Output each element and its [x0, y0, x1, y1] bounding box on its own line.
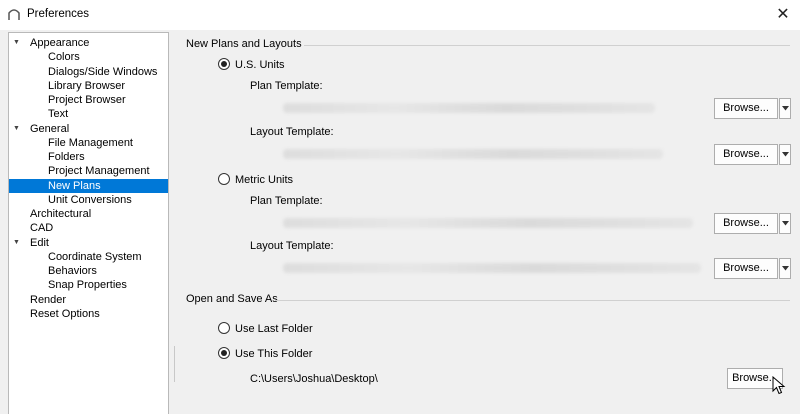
us-plan-template-path: [283, 103, 655, 113]
tree-item-label: Render: [30, 293, 67, 306]
tree-item-label: Reset Options: [30, 307, 100, 320]
us-units-radio[interactable]: [218, 58, 230, 70]
window-title: Preferences: [27, 8, 90, 20]
metric-units-radio[interactable]: [218, 173, 230, 185]
tree-item-label: Folders: [48, 151, 85, 163]
metric-layout-dropdown-button[interactable]: [779, 258, 791, 279]
tree-item[interactable]: ▼ Edit: [9, 236, 168, 250]
tree-item[interactable]: Snap Properties: [9, 278, 168, 292]
tree-item[interactable]: Library Browser: [9, 79, 168, 93]
close-icon: ✕: [776, 6, 790, 23]
section-divider: [304, 45, 790, 46]
tree-item-label: General: [30, 122, 70, 135]
tree-item[interactable]: Behaviors: [9, 264, 168, 278]
folder-path-text: C:\Users\Joshua\Desktop\: [250, 373, 378, 385]
category-tree[interactable]: ▼ Appearance Colors Dialogs/Side Windows Lib…: [8, 32, 169, 414]
tree-item-label: File Management: [48, 136, 133, 149]
new-plans-heading: New Plans and Layouts: [186, 38, 302, 50]
metric-plan-template-label: Plan Template:: [250, 195, 323, 207]
tree-item[interactable]: CAD: [9, 221, 168, 235]
tree-item-label: Text: [48, 108, 69, 121]
metric-layout-template-label: Layout Template:: [250, 240, 334, 252]
tree-item-label: Coordinate System: [48, 250, 142, 263]
tree-item-label: Dialogs/Side Windows: [48, 65, 158, 78]
chevron-down-icon: [781, 106, 789, 111]
tree-item[interactable]: Architectural: [9, 207, 168, 221]
us-plan-dropdown-button[interactable]: [779, 98, 791, 119]
tree-item-label: Behaviors: [48, 265, 97, 277]
tree-item[interactable]: Coordinate System: [9, 250, 168, 264]
metric-layout-browse-button[interactable]: Browse...: [714, 258, 778, 279]
chevron-down-icon: [781, 152, 789, 157]
tree-item[interactable]: Text: [9, 107, 168, 121]
metric-layout-template-path: [283, 263, 701, 273]
tree-item-label: Edit: [30, 236, 49, 249]
us-units-label[interactable]: U.S. Units: [235, 59, 285, 71]
us-plan-template-label: Plan Template:: [250, 80, 323, 92]
close-button[interactable]: ✕: [766, 0, 800, 28]
tree-item-label: CAD: [30, 222, 54, 235]
tree-item-label: Unit Conversions: [48, 193, 132, 206]
us-layout-template-path: [283, 149, 663, 159]
tree-item[interactable]: Colors: [9, 50, 168, 64]
tree-item-label: Library Browser: [48, 79, 126, 92]
chevron-down-icon: [781, 266, 789, 271]
tree-item[interactable]: ▼ General: [9, 122, 168, 136]
tree-item-label: Architectural: [30, 208, 92, 220]
title-bar: Preferences ✕: [0, 0, 800, 30]
expand-arrow-icon[interactable]: ▼: [13, 236, 20, 250]
app-logo-icon: [8, 9, 20, 20]
tree-item[interactable]: ▼ Appearance: [9, 36, 168, 50]
use-last-folder-label[interactable]: Use Last Folder: [235, 323, 313, 335]
mouse-cursor-icon: [772, 376, 786, 395]
metric-plan-dropdown-button[interactable]: [779, 213, 791, 234]
us-layout-browse-button[interactable]: Browse...: [714, 144, 778, 165]
us-plan-browse-button[interactable]: Browse...: [714, 98, 778, 119]
tree-item-label: Colors: [48, 51, 80, 64]
us-layout-template-label: Layout Template:: [250, 126, 334, 138]
tree-item[interactable]: Folders: [9, 150, 168, 164]
tree-item[interactable]: Render: [9, 293, 168, 307]
open-save-heading: Open and Save As: [186, 293, 278, 305]
tree-item-label: Appearance: [30, 37, 90, 49]
tree-item[interactable]: Unit Conversions: [9, 193, 168, 207]
tree-item[interactable]: Reset Options: [9, 307, 168, 321]
tree-item[interactable]: Dialogs/Side Windows: [9, 65, 168, 79]
tree-item[interactable]: Project Browser: [9, 93, 168, 107]
tree-item[interactable]: Project Management: [9, 164, 168, 178]
tree-item[interactable]: File Management: [9, 136, 168, 150]
section-divider: [275, 300, 790, 301]
metric-units-label[interactable]: Metric Units: [235, 174, 293, 186]
tree-item-label: Project Browser: [48, 94, 126, 106]
use-this-folder-radio[interactable]: [218, 347, 230, 359]
use-this-folder-label[interactable]: Use This Folder: [235, 348, 312, 360]
metric-plan-browse-button[interactable]: Browse...: [714, 213, 778, 234]
expand-arrow-icon[interactable]: ▼: [13, 122, 20, 136]
us-layout-dropdown-button[interactable]: [779, 144, 791, 165]
tree-item-label: New Plans: [48, 179, 101, 192]
chevron-down-icon: [781, 221, 789, 226]
splitter-grip[interactable]: [173, 346, 176, 382]
use-last-folder-radio[interactable]: [218, 322, 230, 334]
dialog-client: ▼ Appearance Colors Dialogs/Side Windows Lib…: [0, 30, 800, 414]
expand-arrow-icon[interactable]: ▼: [13, 36, 20, 50]
tree-item-label: Snap Properties: [48, 279, 127, 292]
metric-plan-template-path: [283, 218, 693, 228]
tree-item-label: Project Management: [48, 165, 150, 178]
tree-item[interactable]: New Plans: [9, 178, 168, 193]
